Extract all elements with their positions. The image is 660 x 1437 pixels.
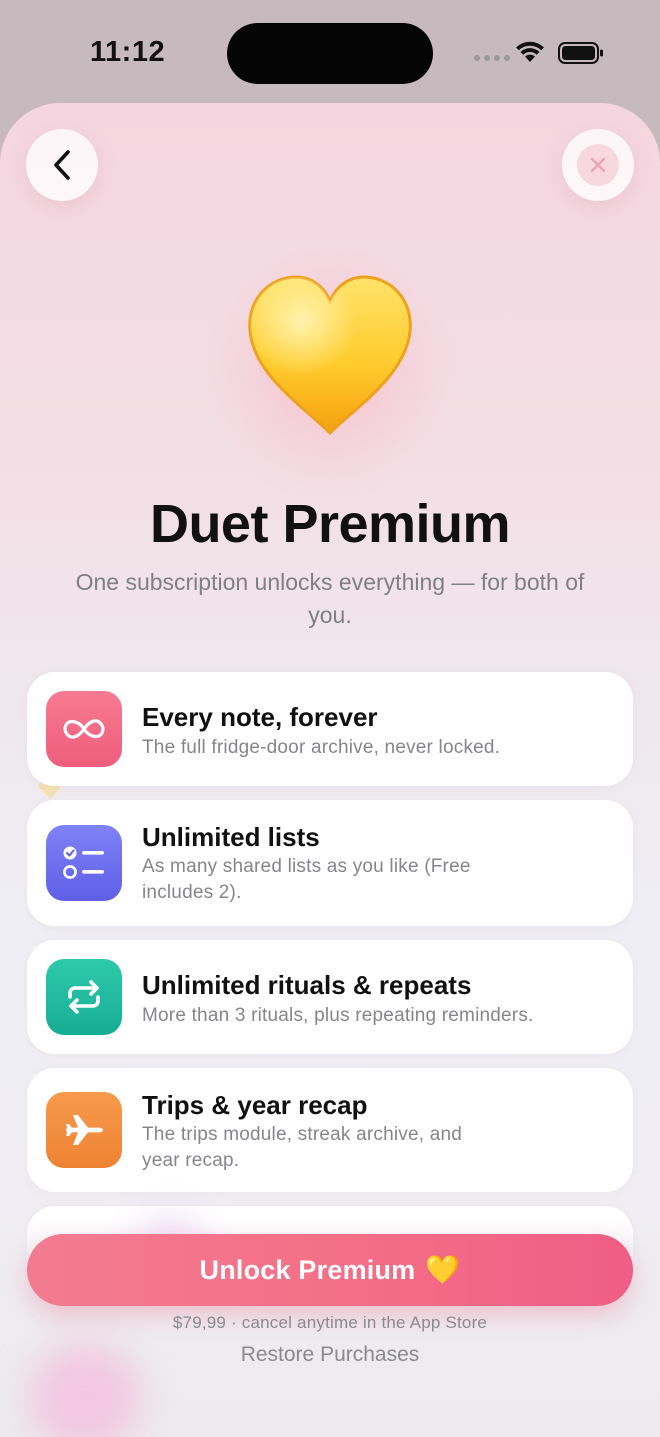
feature-description: More than 3 rituals, plus repeating remi… — [142, 1005, 534, 1026]
feature-tile — [46, 1092, 122, 1168]
feature-title: Trips & year recap — [142, 1090, 368, 1120]
feature-description: The full fridge-door archive, never lock… — [142, 737, 501, 758]
cellular-signal-icon — [474, 55, 510, 61]
chevron-left-icon — [54, 150, 70, 180]
close-button[interactable] — [562, 129, 634, 201]
checklist-icon — [63, 846, 104, 879]
battery-icon — [558, 42, 603, 64]
close-icon — [590, 157, 606, 173]
status-time: 11:12 — [90, 36, 166, 68]
repeat-icon — [68, 980, 100, 1014]
feature-tile — [46, 825, 122, 901]
feature-title: Unlimited lists — [142, 822, 320, 852]
feature-card-rituals: Unlimited rituals & repeats More than 3 … — [27, 940, 633, 1054]
restore-purchases-link[interactable]: Restore Purchases — [0, 1343, 660, 1367]
page-subtitle: One subscription unlocks everything — fo… — [75, 569, 585, 628]
wifi-icon — [516, 41, 544, 62]
feature-title: Unlimited rituals & repeats — [142, 970, 472, 1000]
feature-title: Every note, forever — [142, 702, 378, 732]
airplane-icon — [66, 1115, 103, 1145]
feature-card-unlimited-lists: Unlimited lists As many shared lists as … — [27, 800, 633, 926]
yellow-heart-icon — [248, 275, 412, 436]
infinity-icon — [63, 719, 105, 739]
feature-description: The trips module, streak archive, and ye… — [142, 1124, 462, 1171]
feature-card-trips: Trips & year recap The trips module, str… — [27, 1068, 633, 1192]
feature-tile — [46, 691, 122, 767]
status-bar: 11:12 — [0, 0, 660, 100]
unlock-premium-button[interactable]: Unlock Premium 💛 — [27, 1234, 633, 1306]
feature-card-every-note: Every note, forever The full fridge-door… — [27, 672, 633, 786]
back-button[interactable] — [26, 129, 98, 201]
close-icon-bg — [577, 144, 619, 186]
paywall-screen: 11:12 Duet Premium One subscription unlo… — [0, 0, 660, 1437]
dynamic-island — [227, 23, 433, 84]
feature-tile — [46, 959, 122, 1035]
price-disclaimer: $79,99 · cancel anytime in the App Store — [172, 1313, 488, 1332]
yellow-heart-icon: 💛 — [425, 1254, 461, 1285]
feature-description: As many shared lists as you like (Free i… — [142, 856, 471, 903]
premium-sheet: Duet Premium One subscription unlocks ev… — [0, 103, 660, 1437]
unlock-premium-label: Unlock Premium — [199, 1254, 416, 1285]
page-title: Duet Premium — [149, 494, 511, 554]
